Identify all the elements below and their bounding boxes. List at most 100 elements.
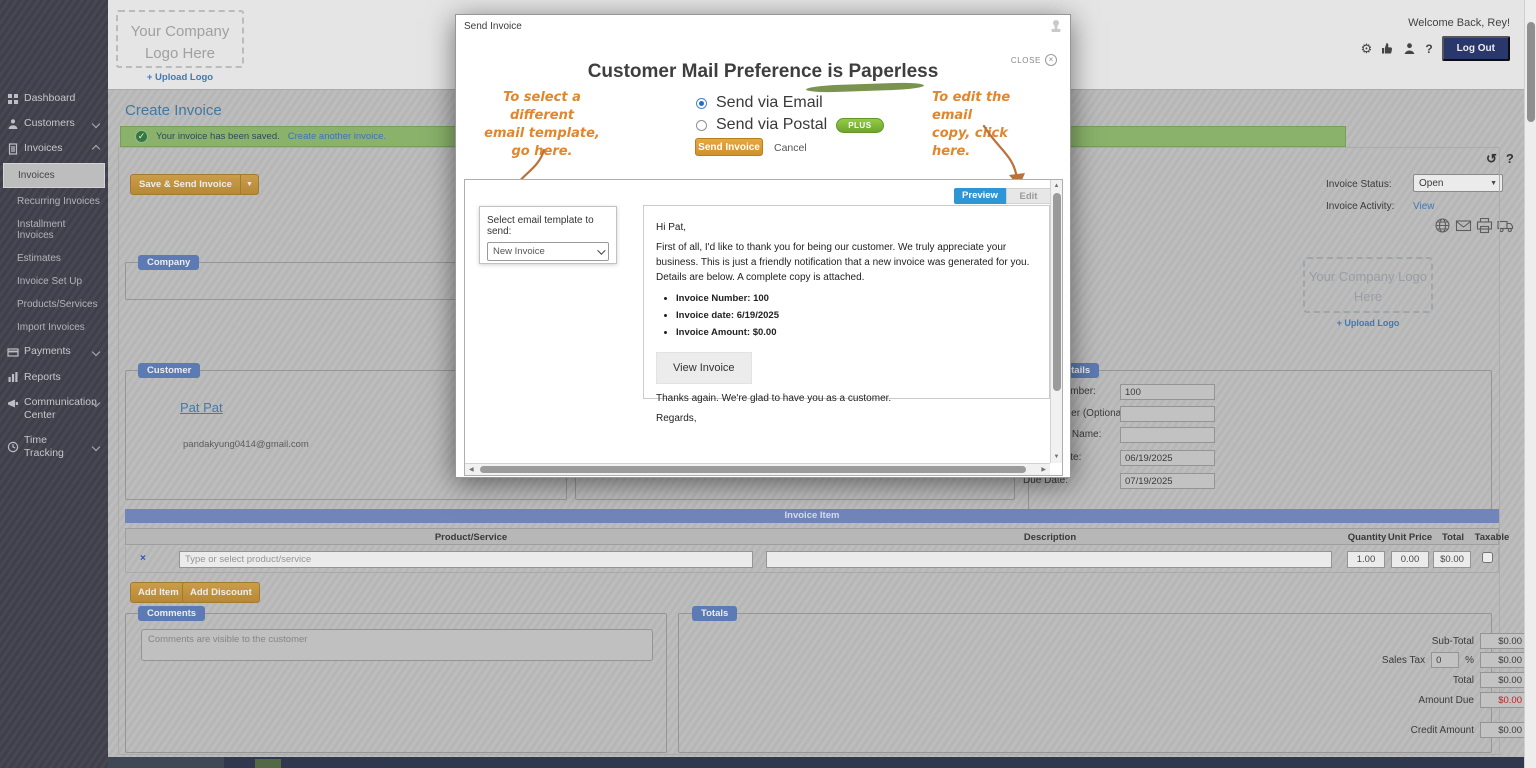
radio-selected-icon[interactable] [696, 98, 707, 109]
scrollbar-thumb[interactable] [1527, 22, 1535, 122]
due-date-field[interactable] [1120, 473, 1215, 489]
plus-badge: PLUS [836, 118, 883, 133]
description-input[interactable] [766, 551, 1332, 568]
page-title: Create Invoice [125, 102, 222, 119]
sidebar-subitem-invoices[interactable]: Invoices [3, 163, 105, 188]
sidebar-subitem-recurring-invoices[interactable]: Recurring Invoices [0, 190, 108, 213]
dashboard-icon [7, 93, 19, 105]
scrollbar-thumb[interactable] [1053, 193, 1061, 391]
person-icon [7, 118, 19, 130]
success-message: Your invoice has been saved. [156, 131, 280, 142]
send-via-postal-option[interactable]: Send via Postal PLUS [696, 116, 884, 134]
email-preview: Hi Pat, First of all, I'd like to thank … [643, 205, 1050, 399]
totals-section-box [678, 613, 1492, 753]
sidebar-item-dashboard[interactable]: Dashboard [0, 86, 108, 111]
send-via-email-option[interactable]: Send via Email [696, 94, 823, 112]
sales-tax-value: $0.00 [1480, 652, 1528, 668]
chevron-down-icon [92, 348, 100, 356]
sidebar-item-invoices[interactable]: Invoices [0, 136, 108, 161]
invoice-date-field[interactable] [1120, 450, 1215, 466]
subtotal-label: Sub-Total [1432, 636, 1474, 647]
chevron-down-icon [92, 119, 100, 127]
email-template-select[interactable]: New Invoice [487, 242, 609, 261]
footer-bar [108, 757, 1536, 768]
sidebar-item-reports[interactable]: Reports [0, 365, 108, 390]
help-icon[interactable]: ? [1425, 43, 1432, 55]
upload-logo-link[interactable]: + Upload Logo [116, 72, 244, 83]
thumbs-up-icon[interactable] [1381, 42, 1394, 55]
taxable-checkbox[interactable] [1482, 552, 1493, 563]
po-number-field[interactable] [1120, 406, 1215, 422]
invoice-logo-placeholder[interactable]: Your Company Logo Here [1303, 257, 1433, 313]
sales-tax-input[interactable] [1431, 652, 1459, 668]
view-invoice-button[interactable]: View Invoice [656, 352, 752, 384]
vertical-scrollbar[interactable]: ▲ ▼ [1050, 180, 1062, 463]
tab-edit[interactable]: Edit [1006, 188, 1051, 204]
add-discount-button[interactable]: Add Discount [182, 582, 260, 603]
item-table-row: × [125, 547, 1499, 573]
cancel-link[interactable]: Cancel [774, 142, 807, 154]
sidebar-subitem-products-services[interactable]: Products/Services [0, 293, 108, 316]
green-brush-underline [806, 82, 924, 93]
sidebar-subitem-estimates[interactable]: Estimates [0, 247, 108, 270]
gear-icon[interactable]: ⚙ [1361, 42, 1373, 55]
scroll-right-icon[interactable]: ▶ [1041, 466, 1046, 473]
scroll-up-icon[interactable]: ▲ [1051, 183, 1062, 189]
profile-icon[interactable] [1403, 42, 1416, 55]
col-taxable: Taxable [1475, 532, 1510, 543]
horizontal-scrollbar[interactable]: ◀ ▶ [465, 463, 1050, 475]
comments-textarea[interactable] [141, 629, 653, 661]
send-invoice-button[interactable]: Send Invoice [695, 138, 763, 156]
email-details-list: Invoice Number: 100 Invoice date: 6/19/2… [676, 292, 1037, 340]
create-another-invoice-link[interactable]: Create another invoice. [288, 131, 386, 142]
company-logo-placeholder[interactable]: Your Company Logo Here [116, 10, 244, 68]
add-item-button[interactable]: Add Item [130, 582, 187, 603]
customer-name-link[interactable]: Pat Pat [180, 400, 223, 415]
help-icon[interactable]: ? [1506, 151, 1514, 167]
amount-due-label: Amount Due [1418, 695, 1474, 706]
scroll-down-icon[interactable]: ▼ [1051, 454, 1062, 460]
template-select-label: Select email template to send: [487, 215, 609, 237]
stamp-icon [1050, 19, 1062, 38]
email-greeting: Hi Pat, [656, 220, 1037, 235]
scroll-left-icon[interactable]: ◀ [469, 466, 474, 473]
col-description: Description [1024, 532, 1076, 543]
invoice-number-field[interactable] [1120, 384, 1215, 400]
unit-price-input[interactable] [1391, 551, 1429, 568]
product-service-input[interactable] [179, 551, 753, 568]
delete-row-icon[interactable]: × [140, 553, 146, 564]
credit-amount-label: Credit Amount [1411, 725, 1474, 736]
sidebar-subitem-installment-invoices[interactable]: Installment Invoices [0, 213, 108, 247]
sidebar-item-communication-center[interactable]: Communication Center [0, 390, 108, 428]
total-label: Total [1453, 675, 1474, 686]
footer-segment-green [255, 759, 281, 768]
sidebar: Dashboard Customers Invoices Invoices Re… [0, 0, 108, 768]
logout-button[interactable]: Log Out [1442, 36, 1510, 61]
totals-section-tag: Totals [692, 606, 737, 621]
scrollbar-thumb[interactable] [480, 466, 1026, 473]
sidebar-item-customers[interactable]: Customers [0, 111, 108, 136]
sidebar-subitem-invoice-set-up[interactable]: Invoice Set Up [0, 270, 108, 293]
quantity-input[interactable] [1347, 551, 1385, 568]
footer-segment [108, 757, 224, 768]
customer-section-tag: Customer [138, 363, 200, 378]
chevron-up-icon [92, 145, 100, 153]
sidebar-subitem-import-invoices[interactable]: Import Invoices [0, 316, 108, 339]
sidebar-item-payments[interactable]: Payments [0, 339, 108, 364]
payments-icon [7, 346, 19, 358]
item-table-header: Product/Service Description Quantity Uni… [125, 528, 1499, 545]
invoice-item-header-bar: Invoice Item [125, 509, 1499, 523]
chevron-down-icon [597, 246, 605, 254]
credit-amount-value: $0.00 [1480, 722, 1528, 738]
company-section-tag: Company [138, 255, 199, 270]
page-scrollbar[interactable] [1524, 0, 1536, 768]
chevron-down-icon [92, 443, 100, 451]
invoice-upload-logo-link[interactable]: + Upload Logo [1303, 318, 1433, 328]
radio-unselected-icon[interactable] [696, 120, 707, 131]
email-signature: Regards, [656, 411, 1037, 426]
sidebar-item-time-tracking[interactable]: Time Tracking [0, 428, 108, 466]
tab-preview[interactable]: Preview [954, 188, 1006, 204]
percent-sign: % [1465, 655, 1474, 666]
total-input[interactable] [1433, 551, 1471, 568]
sales-rep-field[interactable] [1120, 427, 1215, 443]
